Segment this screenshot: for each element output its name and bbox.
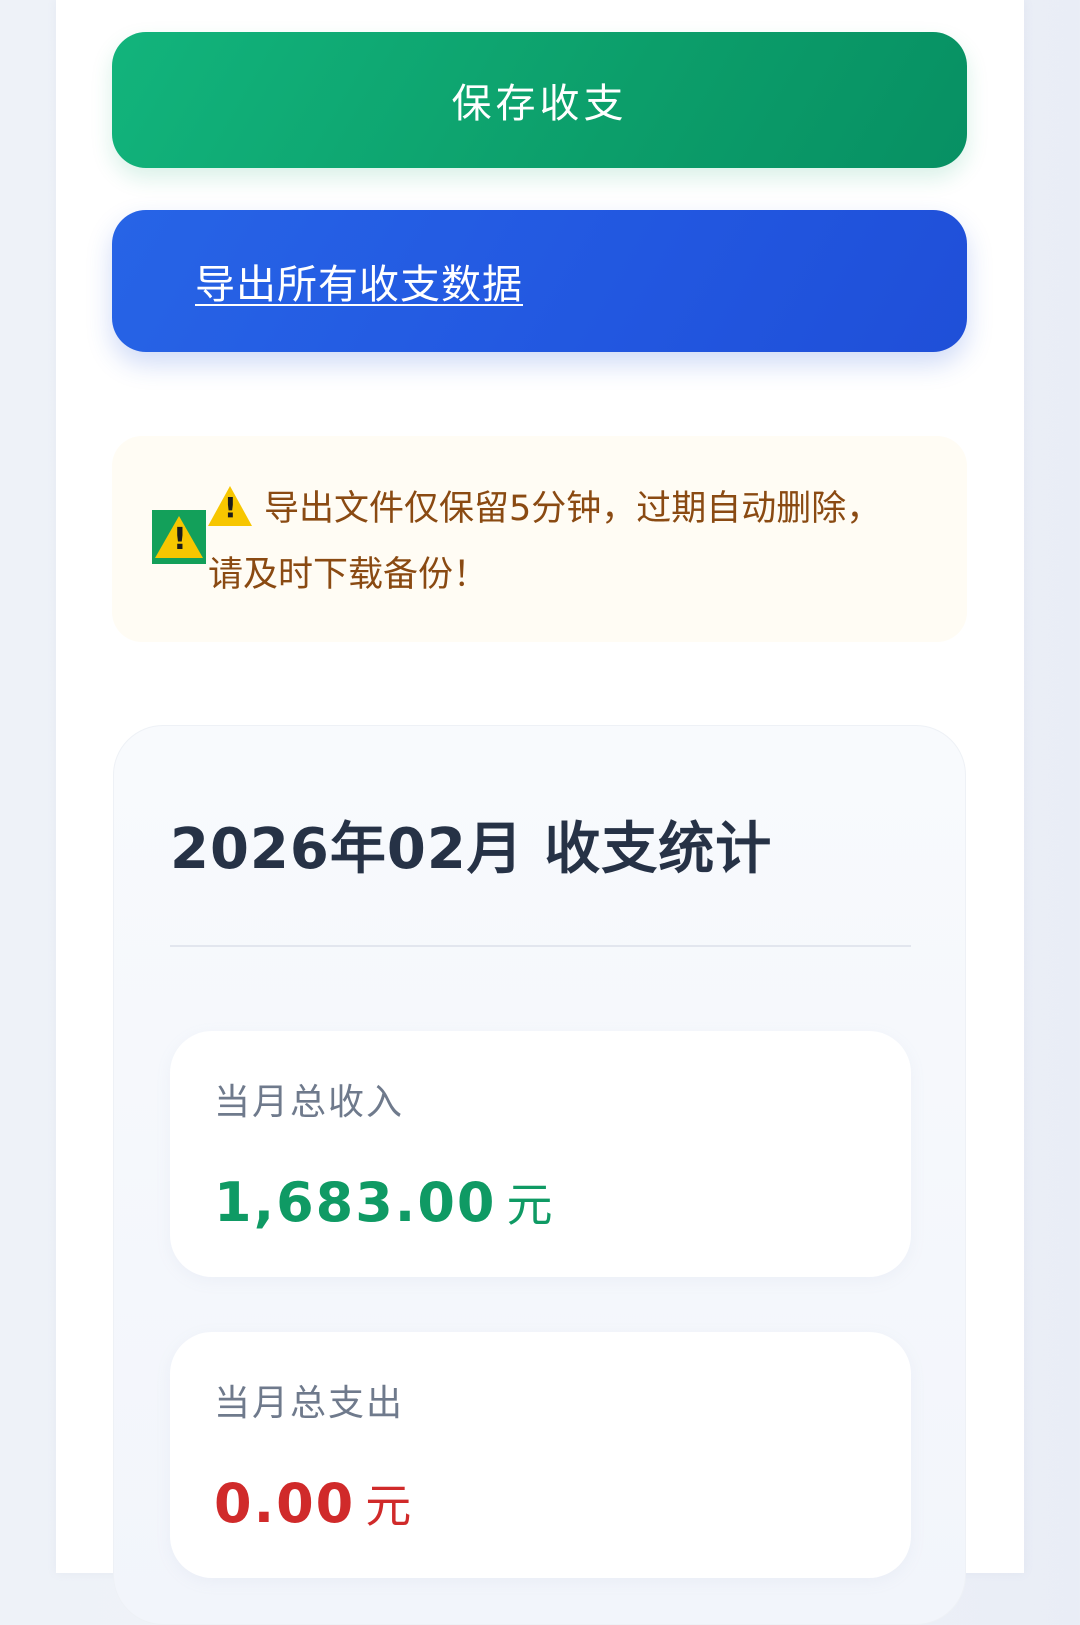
main-panel: 保存收支 导出所有收支数据 导出文件仅保留5分钟，过期自动删除，请及时下载备份！… <box>56 0 1024 1625</box>
save-button[interactable]: 保存收支 <box>112 32 967 168</box>
income-label: 当月总收入 <box>214 1082 405 1123</box>
notice-text: 导出文件仅保留5分钟，过期自动删除，请及时下载备份！ <box>208 476 888 608</box>
export-notice: 导出文件仅保留5分钟，过期自动删除，请及时下载备份！ <box>112 436 967 642</box>
divider <box>170 945 911 947</box>
export-link[interactable]: 导出所有收支数据 <box>195 252 523 310</box>
notice-message: 导出文件仅保留5分钟，过期自动删除，请及时下载备份！ <box>208 489 882 595</box>
income-summary: 当月总收入 1,683.00 元 <box>170 1031 911 1277</box>
warning-icon <box>208 486 252 526</box>
monthly-stats-card: 2026年02月 收支统计 当月总收入 1,683.00 元 当月总支出 0.00… <box>113 725 966 1625</box>
expense-value: 0.00 <box>214 1472 356 1535</box>
expense-label: 当月总支出 <box>214 1383 405 1424</box>
expense-summary: 当月总支出 0.00 元 <box>170 1332 911 1578</box>
stats-title: 2026年02月 收支统计 <box>170 817 773 882</box>
expense-amount: 0.00 元 <box>214 1470 413 1536</box>
income-unit: 元 <box>506 1178 555 1232</box>
income-amount: 1,683.00 元 <box>214 1169 554 1235</box>
income-value: 1,683.00 <box>214 1171 497 1234</box>
export-button[interactable]: 导出所有收支数据 <box>112 210 967 352</box>
expense-unit: 元 <box>365 1479 414 1533</box>
warning-icon <box>152 510 206 564</box>
